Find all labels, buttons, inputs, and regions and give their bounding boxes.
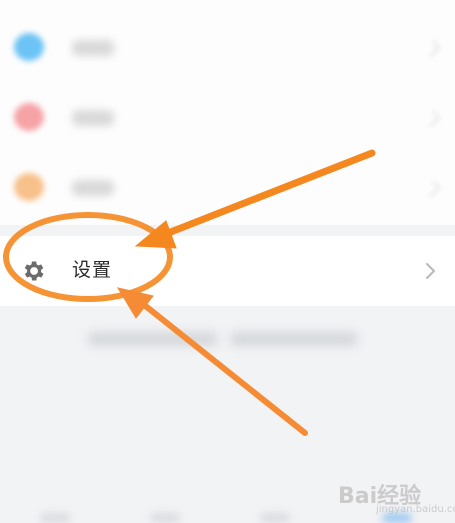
blue-circle-icon [14,33,44,61]
chevron-right-icon [423,40,441,58]
orange-circle-icon [14,173,44,201]
blurred-menu-card [0,0,455,225]
settings-menu-item[interactable] [0,236,455,306]
watermark-url: jingyan.baidu.com [376,504,455,515]
baidu-jingyan-watermark: Bai经验 jingyan.baidu.com [338,466,455,518]
blurred-label [72,180,114,196]
blurred-label [72,40,114,56]
nav-item-blurred[interactable] [40,513,70,523]
menu-item-blurred-1[interactable] [0,12,455,82]
nav-item-blurred[interactable] [260,513,290,523]
menu-item-blurred-3[interactable] [0,152,455,222]
blurred-footer-text [230,332,358,346]
nav-item-blurred[interactable] [150,513,180,523]
settings-label: 设置 [72,260,113,281]
gear-icon [24,261,44,281]
blurred-label [72,110,114,126]
red-circle-icon [14,103,44,131]
chevron-right-icon [426,263,435,279]
menu-item-blurred-2[interactable] [0,82,455,152]
blurred-footer-text [88,332,218,346]
chevron-right-icon [423,110,441,128]
chevron-right-icon [423,180,441,198]
arrow-from-bottom-right [116,287,308,436]
